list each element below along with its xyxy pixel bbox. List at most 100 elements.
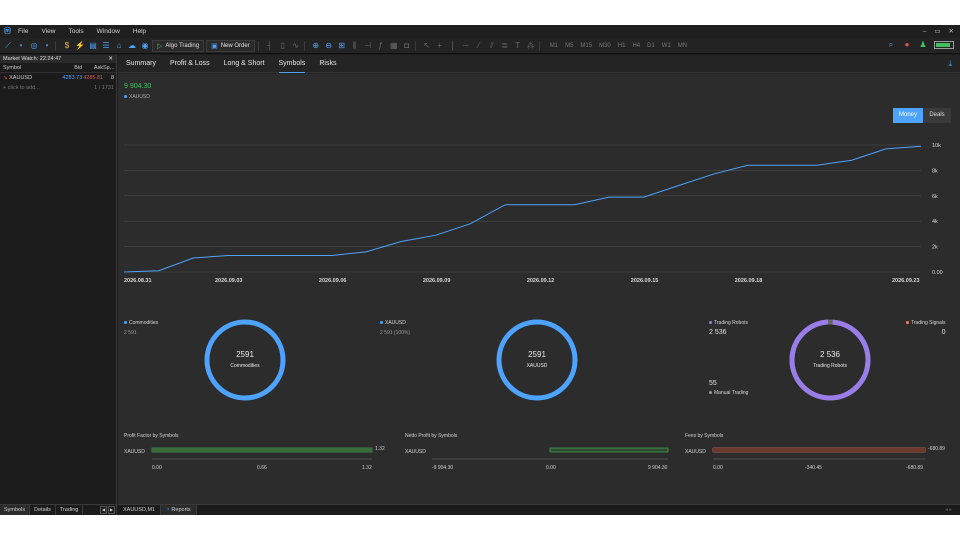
algo-trading-button[interactable]: ▷ Algo Trading [152, 39, 205, 52]
chart-type-icon[interactable]: ⟋ [3, 41, 13, 51]
account-icon[interactable]: ♟ [918, 40, 928, 50]
chevron-down-icon[interactable]: ▾ [42, 41, 52, 51]
timeframe-h4[interactable]: H4 [632, 43, 640, 49]
column-bid[interactable]: Bid [54, 63, 82, 72]
timeframe-m5[interactable]: M5 [565, 43, 573, 49]
grid-icon[interactable]: ⊞ [337, 41, 347, 51]
x-tick-label: 2026.09.09 [423, 278, 451, 284]
tab-symbols[interactable]: Symbols [278, 55, 306, 73]
toolbar-divider [257, 40, 259, 51]
tab-trading[interactable]: Trading [56, 505, 84, 515]
money-toggle-button[interactable]: Money [893, 108, 923, 123]
report-content: 9 904.30 XAUUSD Money Deals 10k 8k 6k 4k 2k 0… [118, 74, 960, 504]
add-symbol-input[interactable]: + click to add... [0, 83, 55, 93]
connection-battery-icon [934, 41, 954, 49]
dollar-icon[interactable]: $ [62, 41, 72, 51]
tab-profit-loss[interactable]: Profit & Loss [170, 55, 210, 73]
shift-icon[interactable]: ⊣ [363, 41, 373, 51]
ide-icon[interactable]: ▤ [88, 41, 98, 51]
close-icon[interactable]: ✕ [949, 25, 954, 38]
fibonacci-icon[interactable]: ≣ [500, 41, 510, 51]
donut-label-robots: Trading Robots [813, 363, 847, 369]
y-tick-label: 2k [932, 245, 938, 251]
timeframe-m30[interactable]: M30 [599, 43, 611, 49]
market-icon[interactable]: ⌂ [114, 41, 124, 51]
deals-toggle-button[interactable]: Deals [923, 108, 951, 123]
crosshair-icon[interactable]: + [435, 41, 445, 51]
netto-profit-tick: -9 904.30 [432, 465, 454, 471]
chevron-left-icon[interactable]: ◀ [100, 506, 107, 514]
menu-help[interactable]: Help [133, 28, 146, 35]
legend-dot-icon [906, 321, 909, 325]
candles-icon[interactable]: ▯ [278, 41, 288, 51]
screenshot-icon[interactable]: ◘ [402, 41, 412, 51]
new-order-button[interactable]: ▣ New Order [206, 39, 255, 52]
signals-icon[interactable]: ◉ [140, 41, 150, 51]
menu-window[interactable]: Window [97, 28, 120, 35]
column-spread[interactable]: Sp... [103, 63, 116, 72]
restore-icon[interactable]: ▭ [934, 25, 940, 38]
cloud-icon[interactable]: ☁ [127, 41, 137, 51]
vertical-line-icon[interactable]: │ [448, 41, 458, 51]
tab-long-short[interactable]: Long & Short [224, 55, 265, 73]
profile-icon[interactable]: ◎ [29, 41, 39, 51]
market-watch-title-bar: Market Watch: 22:24:47 ✕ [0, 55, 116, 63]
zoom-in-icon[interactable]: ⊕ [311, 41, 321, 51]
donut-center-xauusd: 2591 XAUUSD [502, 350, 572, 369]
indicators-icon[interactable]: ƒ [376, 41, 386, 51]
timeframe-mn[interactable]: MN [678, 43, 687, 49]
timeframe-w1[interactable]: W1 [662, 43, 671, 49]
profit-factor-bar-chart [151, 447, 373, 460]
menu-file[interactable]: File [18, 28, 28, 35]
column-symbol[interactable]: Symbol [0, 63, 54, 72]
tab-scroll-arrows[interactable]: ◂ ▸ [945, 505, 960, 515]
symbol-row[interactable]: ↘ XAUUSD 4283.73 4285.81 8 [0, 73, 116, 83]
tab-reports[interactable]: ◔ Reports [161, 505, 197, 515]
menu-tools[interactable]: Tools [68, 28, 83, 35]
chevron-right-icon[interactable]: ▶ [108, 506, 115, 514]
tab-details[interactable]: Details [30, 505, 56, 515]
fees-bar [713, 448, 925, 452]
list-icon[interactable]: ☰ [101, 41, 111, 51]
text-icon[interactable]: T [513, 41, 523, 51]
symbol-name: ↘ XAUUSD [0, 73, 55, 83]
cursor-icon[interactable]: ↖ [422, 41, 432, 51]
timeframe-d1[interactable]: D1 [647, 43, 655, 49]
timeframe-m15[interactable]: M15 [580, 43, 592, 49]
autoscroll-icon[interactable]: ⫼ [350, 41, 360, 51]
column-ask[interactable]: Ask [82, 63, 103, 72]
timeframe-m1[interactable]: M1 [550, 43, 558, 49]
bottom-tab-bar: XAUUSD,M1 ◔ Reports ◂ ▸ [118, 504, 960, 515]
zoom-out-icon[interactable]: ⊖ [324, 41, 334, 51]
toolbar: ⟋ ▾ ◎ ▾ $ ⚡ ▤ ☰ ⌂ ☁ ◉ ▷ Algo Trading ▣ N… [0, 38, 960, 54]
search-icon[interactable]: ⌕ [886, 40, 896, 50]
legend-trading-robots: Trading Robots 2 536 [709, 320, 748, 336]
minimize-icon[interactable]: – [923, 25, 927, 38]
chevron-down-icon[interactable]: ▾ [16, 41, 26, 51]
terminal-window: ⓜ File View Tools Window Help – ▭ ✕ ⟋ ▾ … [0, 25, 960, 515]
menu-view[interactable]: View [41, 28, 55, 35]
order-icon: ▣ [211, 42, 218, 50]
tab-risks[interactable]: Risks [319, 55, 336, 73]
strategy-icon[interactable]: ⚡ [75, 41, 85, 51]
report-tabs: Summary Profit & Loss Long & Short Symbo… [118, 55, 960, 73]
new-order-label: New Order [220, 42, 250, 49]
tab-symbols[interactable]: Symbols [0, 505, 31, 515]
timeframe-h1[interactable]: H1 [618, 43, 626, 49]
y-tick-label: 10k [932, 143, 941, 149]
horizontal-line-icon[interactable]: ─ [461, 41, 471, 51]
bar-chart-icon[interactable]: ┤ [265, 41, 275, 51]
templates-icon[interactable]: ▦ [389, 41, 399, 51]
notifications-icon[interactable]: ● [902, 40, 912, 50]
add-symbol-row[interactable]: + click to add... 1 / 1731 [0, 83, 116, 93]
donut-value-robots: 2 536 [819, 350, 841, 359]
x-axis-ticks: 2026.08.31 2026.09.03 2026.09.06 2026.09.09… [124, 278, 920, 284]
close-icon[interactable]: ✕ [108, 55, 113, 63]
trendline-icon[interactable]: ⁄ [474, 41, 484, 51]
download-icon[interactable]: ⤓ [948, 59, 952, 69]
line-chart-icon[interactable]: ∿ [291, 41, 301, 51]
shapes-icon[interactable]: ⁂ [526, 41, 536, 51]
channel-icon[interactable]: ⫽ [487, 41, 497, 51]
tab-chart-xauusd[interactable]: XAUUSD,M1 [118, 505, 162, 515]
tab-summary[interactable]: Summary [126, 55, 156, 73]
